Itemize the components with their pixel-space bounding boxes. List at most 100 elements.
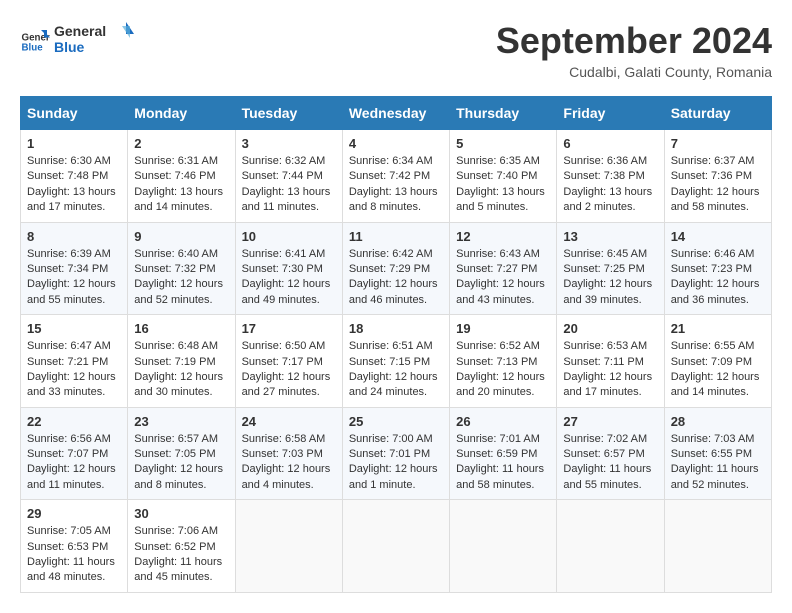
svg-text:Blue: Blue [54, 39, 85, 55]
day-number: 3 [242, 136, 336, 151]
day-cell: 20 Sunrise: 6:53 AMSunset: 7:11 PMDaylig… [557, 315, 664, 408]
day-info: Sunrise: 6:46 AMSunset: 7:23 PMDaylight:… [671, 247, 765, 309]
day-cell [664, 500, 771, 593]
page-header: General Blue General Blue September 2024… [20, 20, 772, 80]
weekday-header-row: SundayMondayTuesdayWednesdayThursdayFrid… [21, 97, 772, 130]
week-row-4: 22 Sunrise: 6:56 AMSunset: 7:07 PMDaylig… [21, 407, 772, 500]
day-info: Sunrise: 6:37 AMSunset: 7:36 PMDaylight:… [671, 154, 765, 216]
day-cell [235, 500, 342, 593]
day-number: 19 [456, 321, 550, 336]
day-cell: 17 Sunrise: 6:50 AMSunset: 7:17 PMDaylig… [235, 315, 342, 408]
day-info: Sunrise: 6:52 AMSunset: 7:13 PMDaylight:… [456, 339, 550, 401]
day-cell: 1 Sunrise: 6:30 AMSunset: 7:48 PMDayligh… [21, 130, 128, 223]
month-title: September 2024 [496, 20, 772, 62]
day-info: Sunrise: 6:51 AMSunset: 7:15 PMDaylight:… [349, 339, 443, 401]
day-info: Sunrise: 7:05 AMSunset: 6:53 PMDaylight:… [27, 524, 121, 586]
weekday-header-monday: Monday [128, 97, 235, 130]
weekday-header-wednesday: Wednesday [342, 97, 449, 130]
day-number: 24 [242, 414, 336, 429]
day-cell: 3 Sunrise: 6:32 AMSunset: 7:44 PMDayligh… [235, 130, 342, 223]
day-number: 2 [134, 136, 228, 151]
day-cell [557, 500, 664, 593]
day-cell: 24 Sunrise: 6:58 AMSunset: 7:03 PMDaylig… [235, 407, 342, 500]
day-info: Sunrise: 6:48 AMSunset: 7:19 PMDaylight:… [134, 339, 228, 401]
day-number: 12 [456, 229, 550, 244]
weekday-header-tuesday: Tuesday [235, 97, 342, 130]
location-subtitle: Cudalbi, Galati County, Romania [496, 64, 772, 80]
day-cell: 5 Sunrise: 6:35 AMSunset: 7:40 PMDayligh… [450, 130, 557, 223]
day-number: 8 [27, 229, 121, 244]
day-cell: 6 Sunrise: 6:36 AMSunset: 7:38 PMDayligh… [557, 130, 664, 223]
day-cell: 15 Sunrise: 6:47 AMSunset: 7:21 PMDaylig… [21, 315, 128, 408]
week-row-1: 1 Sunrise: 6:30 AMSunset: 7:48 PMDayligh… [21, 130, 772, 223]
day-cell: 26 Sunrise: 7:01 AMSunset: 6:59 PMDaylig… [450, 407, 557, 500]
day-number: 21 [671, 321, 765, 336]
day-number: 30 [134, 506, 228, 521]
day-number: 18 [349, 321, 443, 336]
day-info: Sunrise: 6:36 AMSunset: 7:38 PMDaylight:… [563, 154, 657, 216]
week-row-2: 8 Sunrise: 6:39 AMSunset: 7:34 PMDayligh… [21, 222, 772, 315]
day-cell: 9 Sunrise: 6:40 AMSunset: 7:32 PMDayligh… [128, 222, 235, 315]
day-cell: 12 Sunrise: 6:43 AMSunset: 7:27 PMDaylig… [450, 222, 557, 315]
day-cell: 11 Sunrise: 6:42 AMSunset: 7:29 PMDaylig… [342, 222, 449, 315]
day-info: Sunrise: 6:30 AMSunset: 7:48 PMDaylight:… [27, 154, 121, 216]
day-info: Sunrise: 6:34 AMSunset: 7:42 PMDaylight:… [349, 154, 443, 216]
day-cell: 7 Sunrise: 6:37 AMSunset: 7:36 PMDayligh… [664, 130, 771, 223]
day-cell [342, 500, 449, 593]
day-info: Sunrise: 6:56 AMSunset: 7:07 PMDaylight:… [27, 432, 121, 494]
weekday-header-saturday: Saturday [664, 97, 771, 130]
weekday-header-sunday: Sunday [21, 97, 128, 130]
day-info: Sunrise: 6:57 AMSunset: 7:05 PMDaylight:… [134, 432, 228, 494]
day-cell: 14 Sunrise: 6:46 AMSunset: 7:23 PMDaylig… [664, 222, 771, 315]
day-number: 14 [671, 229, 765, 244]
day-number: 10 [242, 229, 336, 244]
day-cell: 28 Sunrise: 7:03 AMSunset: 6:55 PMDaylig… [664, 407, 771, 500]
day-cell: 16 Sunrise: 6:48 AMSunset: 7:19 PMDaylig… [128, 315, 235, 408]
day-info: Sunrise: 7:06 AMSunset: 6:52 PMDaylight:… [134, 524, 228, 586]
day-info: Sunrise: 6:45 AMSunset: 7:25 PMDaylight:… [563, 247, 657, 309]
day-number: 23 [134, 414, 228, 429]
day-info: Sunrise: 6:39 AMSunset: 7:34 PMDaylight:… [27, 247, 121, 309]
day-cell: 23 Sunrise: 6:57 AMSunset: 7:05 PMDaylig… [128, 407, 235, 500]
day-cell: 27 Sunrise: 7:02 AMSunset: 6:57 PMDaylig… [557, 407, 664, 500]
logo-icon: General Blue [20, 24, 50, 54]
day-cell: 10 Sunrise: 6:41 AMSunset: 7:30 PMDaylig… [235, 222, 342, 315]
day-info: Sunrise: 6:41 AMSunset: 7:30 PMDaylight:… [242, 247, 336, 309]
day-number: 1 [27, 136, 121, 151]
day-number: 22 [27, 414, 121, 429]
title-area: September 2024 Cudalbi, Galati County, R… [496, 20, 772, 80]
day-info: Sunrise: 6:31 AMSunset: 7:46 PMDaylight:… [134, 154, 228, 216]
day-number: 9 [134, 229, 228, 244]
day-info: Sunrise: 6:32 AMSunset: 7:44 PMDaylight:… [242, 154, 336, 216]
day-number: 11 [349, 229, 443, 244]
day-number: 28 [671, 414, 765, 429]
day-number: 16 [134, 321, 228, 336]
day-info: Sunrise: 7:00 AMSunset: 7:01 PMDaylight:… [349, 432, 443, 494]
day-number: 27 [563, 414, 657, 429]
day-number: 17 [242, 321, 336, 336]
logo-svg: General Blue [54, 20, 134, 58]
day-info: Sunrise: 6:43 AMSunset: 7:27 PMDaylight:… [456, 247, 550, 309]
day-info: Sunrise: 6:50 AMSunset: 7:17 PMDaylight:… [242, 339, 336, 401]
svg-text:Blue: Blue [22, 42, 44, 53]
day-info: Sunrise: 6:42 AMSunset: 7:29 PMDaylight:… [349, 247, 443, 309]
week-row-3: 15 Sunrise: 6:47 AMSunset: 7:21 PMDaylig… [21, 315, 772, 408]
logo: General Blue General Blue [20, 20, 134, 58]
day-info: Sunrise: 6:55 AMSunset: 7:09 PMDaylight:… [671, 339, 765, 401]
day-info: Sunrise: 6:40 AMSunset: 7:32 PMDaylight:… [134, 247, 228, 309]
day-cell: 8 Sunrise: 6:39 AMSunset: 7:34 PMDayligh… [21, 222, 128, 315]
day-cell: 2 Sunrise: 6:31 AMSunset: 7:46 PMDayligh… [128, 130, 235, 223]
day-number: 15 [27, 321, 121, 336]
day-cell: 19 Sunrise: 6:52 AMSunset: 7:13 PMDaylig… [450, 315, 557, 408]
day-number: 20 [563, 321, 657, 336]
day-cell: 13 Sunrise: 6:45 AMSunset: 7:25 PMDaylig… [557, 222, 664, 315]
svg-text:General: General [54, 23, 106, 39]
day-info: Sunrise: 7:02 AMSunset: 6:57 PMDaylight:… [563, 432, 657, 494]
day-number: 6 [563, 136, 657, 151]
day-cell: 22 Sunrise: 6:56 AMSunset: 7:07 PMDaylig… [21, 407, 128, 500]
day-cell: 18 Sunrise: 6:51 AMSunset: 7:15 PMDaylig… [342, 315, 449, 408]
day-info: Sunrise: 6:47 AMSunset: 7:21 PMDaylight:… [27, 339, 121, 401]
day-number: 7 [671, 136, 765, 151]
day-number: 26 [456, 414, 550, 429]
day-info: Sunrise: 7:03 AMSunset: 6:55 PMDaylight:… [671, 432, 765, 494]
